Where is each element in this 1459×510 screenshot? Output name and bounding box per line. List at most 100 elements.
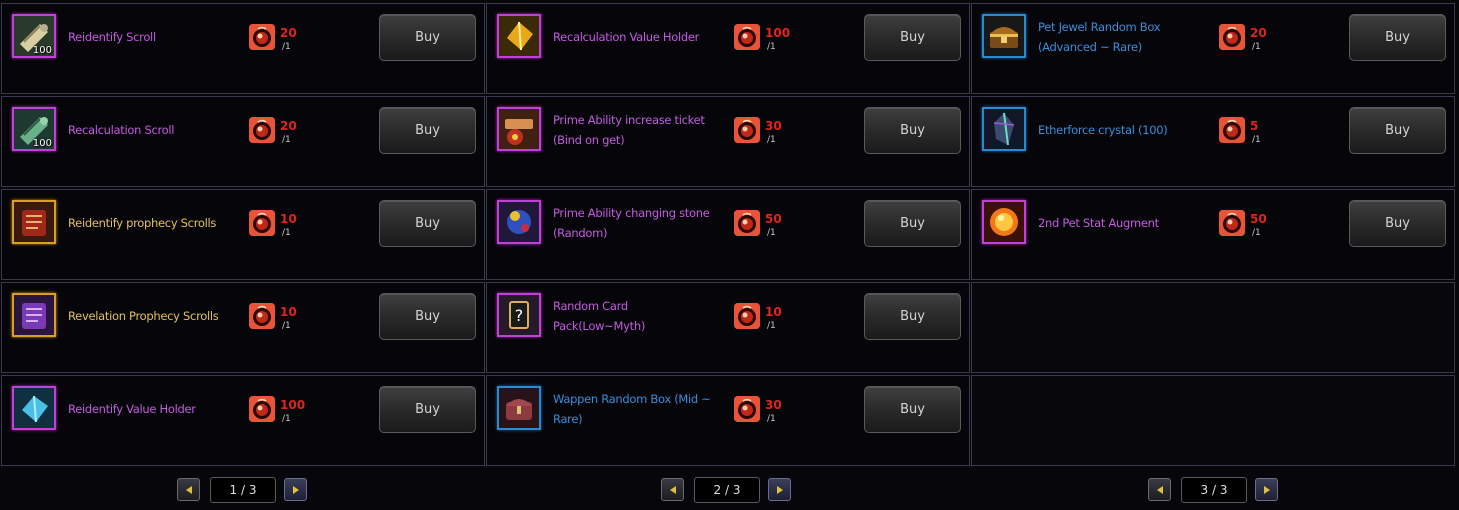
item-icon-frame[interactable] [12, 200, 56, 244]
item-quantity: 100 [32, 45, 52, 56]
sun-orb-icon [984, 202, 1024, 242]
item-icon-frame[interactable]: 100 [12, 107, 56, 151]
currency-coin-icon [1219, 117, 1245, 143]
purchase-limit: /1 [1252, 228, 1261, 238]
currency-coin-icon [249, 117, 275, 143]
next-page-button[interactable] [284, 478, 307, 501]
item-icon-frame[interactable] [497, 386, 541, 430]
shop-column-page-1: 100 Reidentify Scroll 20/1 Buy 100 Recalculat… [1, 3, 485, 468]
page-indicator: 3 / 3 [1181, 477, 1247, 503]
buy-button[interactable]: Buy [864, 386, 961, 433]
buy-button[interactable]: Buy [379, 107, 476, 154]
buy-button[interactable]: Buy [379, 386, 476, 433]
item-name: Prime Ability increase ticket (Bind on g… [553, 113, 705, 147]
purchase-limit: /1 [1252, 135, 1261, 145]
prophecy-book-red-icon [14, 202, 54, 242]
item-name: Recalculation Value Holder [553, 30, 700, 44]
prev-page-button[interactable] [177, 478, 200, 501]
next-page-button[interactable] [768, 478, 791, 501]
currency-coin-icon [1219, 24, 1245, 50]
item-name: Reidentify Value Holder [68, 402, 196, 416]
item-price: 30 [765, 119, 782, 133]
page-indicator: 2 / 3 [694, 477, 760, 503]
arrow-right-icon [291, 480, 301, 499]
item-price: 100 [280, 398, 306, 412]
arrow-left-icon [668, 480, 678, 499]
purchase-limit: /1 [282, 414, 291, 424]
currency-coin-icon [734, 117, 760, 143]
shop-item-slot: Recalculation Value Holder 100/1 Buy [486, 3, 970, 94]
item-icon-frame[interactable]: ? [497, 293, 541, 337]
purchase-limit: /1 [767, 42, 776, 52]
shop-item-slot: 100 Reidentify Scroll 20/1 Buy [1, 3, 485, 94]
arrow-left-icon [184, 480, 194, 499]
prev-page-button[interactable] [661, 478, 684, 501]
purchase-limit: /1 [282, 228, 291, 238]
item-name: Revelation Prophecy Scrolls [68, 309, 219, 323]
currency-coin-icon [734, 210, 760, 236]
currency-coin-icon [734, 24, 760, 50]
item-name: Reidentify prophecy Scrolls [68, 216, 217, 230]
shop-item-slot: Revelation Prophecy Scrolls 10/1 Buy [1, 282, 485, 373]
item-name: Recalculation Scroll [68, 123, 175, 137]
item-price: 10 [280, 212, 297, 226]
currency-coin-icon [249, 210, 275, 236]
item-icon-frame[interactable] [982, 107, 1026, 151]
buy-button[interactable]: Buy [864, 293, 961, 340]
gold-holder-icon [499, 16, 539, 56]
purchase-limit: /1 [767, 135, 776, 145]
ether-crystal-icon [984, 109, 1024, 149]
currency-coin-icon [249, 396, 275, 422]
buy-button[interactable]: Buy [1349, 107, 1446, 154]
arrow-left-icon [1155, 480, 1165, 499]
item-price: 50 [1250, 212, 1267, 226]
buy-button[interactable]: Buy [379, 200, 476, 247]
svg-text:?: ? [515, 306, 524, 325]
item-name: Reidentify Scroll [68, 30, 156, 44]
item-icon-frame[interactable] [982, 200, 1026, 244]
item-icon-frame[interactable] [497, 14, 541, 58]
item-name: Wappen Random Box (Mid ~ Rare) [553, 392, 711, 426]
item-icon-frame[interactable] [12, 293, 56, 337]
crystal-holder-icon [14, 388, 54, 428]
buy-button[interactable]: Buy [1349, 200, 1446, 247]
arrow-right-icon [775, 480, 785, 499]
item-price: 50 [765, 212, 782, 226]
buy-button[interactable]: Buy [379, 293, 476, 340]
ticket-icon [499, 109, 539, 149]
item-name: Etherforce crystal (100) [1038, 123, 1168, 137]
item-icon-frame[interactable] [497, 200, 541, 244]
currency-coin-icon [249, 303, 275, 329]
shop-item-slot: Reidentify Value Holder 100/1 Buy [1, 375, 485, 466]
purchase-limit: /1 [282, 42, 291, 52]
shop-item-slot: Reidentify prophecy Scrolls 10/1 Buy [1, 189, 485, 280]
currency-coin-icon [734, 303, 760, 329]
buy-button[interactable]: Buy [864, 200, 961, 247]
buy-button[interactable]: Buy [1349, 14, 1446, 61]
item-price: 5 [1250, 119, 1259, 133]
item-name: Random Card Pack(Low~Myth) [553, 299, 646, 333]
shop-item-slot: Prime Ability increase ticket (Bind on g… [486, 96, 970, 187]
pagination-page-2: 2 / 3 [661, 477, 791, 503]
card-pack-icon: ? [499, 295, 539, 335]
prev-page-button[interactable] [1148, 478, 1171, 501]
wappen-box-icon [499, 388, 539, 428]
buy-button[interactable]: Buy [379, 14, 476, 61]
next-page-button[interactable] [1255, 478, 1278, 501]
item-icon-frame[interactable]: 100 [12, 14, 56, 58]
shop-item-slot: Wappen Random Box (Mid ~ Rare) 30/1 Buy [486, 375, 970, 466]
purchase-limit: /1 [282, 135, 291, 145]
buy-button[interactable]: Buy [864, 14, 961, 61]
purchase-limit: /1 [767, 414, 776, 424]
item-icon-frame[interactable] [12, 386, 56, 430]
buy-button[interactable]: Buy [864, 107, 961, 154]
purchase-limit: /1 [767, 321, 776, 331]
item-icon-frame[interactable] [982, 14, 1026, 58]
item-price: 30 [765, 398, 782, 412]
pagination-page-1: 1 / 3 [177, 477, 307, 503]
item-icon-frame[interactable] [497, 107, 541, 151]
currency-coin-icon [249, 24, 275, 50]
arrow-right-icon [1262, 480, 1272, 499]
treasure-chest-icon [984, 16, 1024, 56]
shop-column-page-2: Recalculation Value Holder 100/1 Buy Prime … [486, 3, 970, 468]
